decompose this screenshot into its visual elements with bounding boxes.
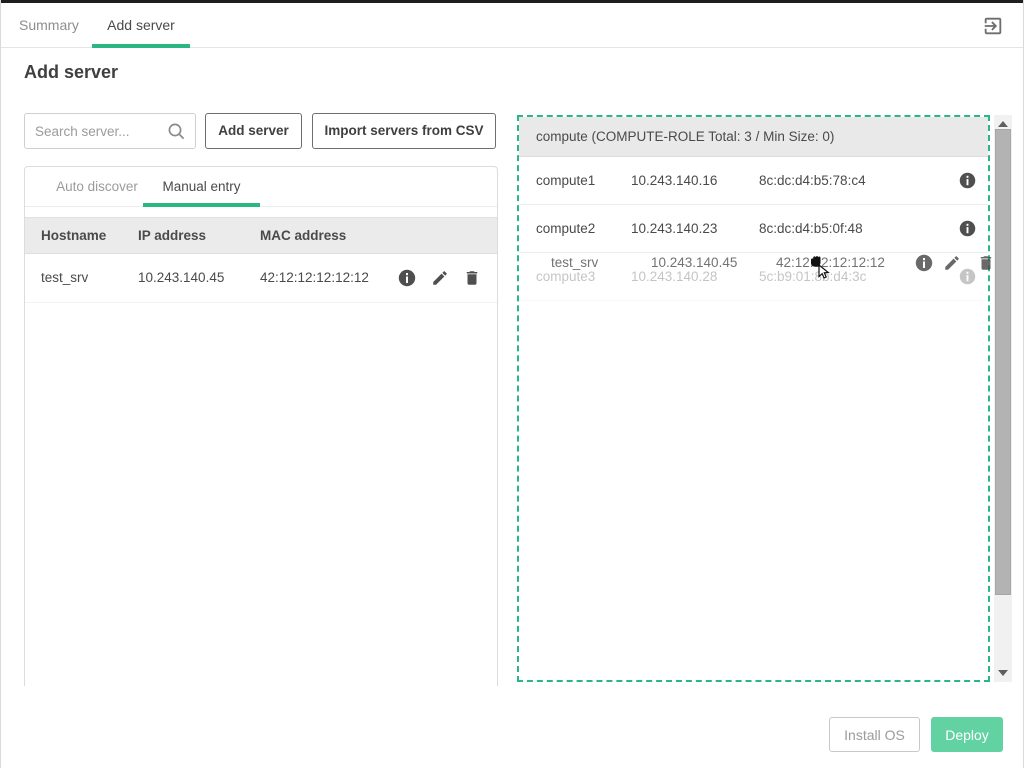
page-title: Add server xyxy=(24,62,118,83)
scrollbar-thumb[interactable] xyxy=(995,129,1011,595)
tab-add-server[interactable]: Add server xyxy=(92,3,190,48)
role-hostname: compute2 xyxy=(536,205,595,252)
search-server-input[interactable] xyxy=(35,114,165,148)
info-icon[interactable] xyxy=(959,172,976,189)
role-ip: 10.243.140.16 xyxy=(631,157,717,204)
column-ip-address: IP address xyxy=(138,218,206,254)
spacer xyxy=(25,207,497,217)
dragged-ip: 10.243.140.45 xyxy=(651,250,737,276)
server-table-header: Hostname IP address MAC address xyxy=(25,217,497,254)
info-icon xyxy=(915,254,933,272)
server-hostname: test_srv xyxy=(41,254,88,302)
edit-pencil-icon xyxy=(943,254,961,272)
scroll-down-arrow-icon[interactable] xyxy=(998,670,1008,676)
column-hostname: Hostname xyxy=(41,218,106,254)
server-list-tabs: Auto discover Manual entry xyxy=(25,167,497,207)
tab-summary[interactable]: Summary xyxy=(19,3,79,48)
install-os-button[interactable]: Install OS xyxy=(829,717,920,752)
role-mac: 8c:dc:d4:b5:78:c4 xyxy=(759,157,866,204)
delete-trash-icon xyxy=(977,254,995,272)
import-servers-csv-button[interactable]: Import servers from CSV xyxy=(312,113,496,149)
dragged-server-row[interactable]: test_srv 10.243.140.45 42:12:12:12:12:12 xyxy=(529,250,999,278)
add-server-page: Summary Add server Add server Add server… xyxy=(0,0,1024,768)
edit-pencil-icon[interactable] xyxy=(431,269,449,287)
deploy-button[interactable]: Deploy xyxy=(931,717,1003,752)
server-list-panel: Auto discover Manual entry Hostname IP a… xyxy=(24,166,498,686)
info-icon[interactable] xyxy=(959,220,976,237)
delete-trash-icon[interactable] xyxy=(463,269,481,287)
search-server-box xyxy=(24,113,196,149)
tab-manual-entry[interactable]: Manual entry xyxy=(143,167,260,207)
grabbing-hand-cursor-icon xyxy=(804,251,838,285)
server-mac: 42:12:12:12:12:12 xyxy=(260,254,369,302)
role-ip: 10.243.140.23 xyxy=(631,205,717,252)
scroll-up-arrow-icon[interactable] xyxy=(998,121,1008,127)
compute-role-dropzone[interactable]: compute (COMPUTE-ROLE Total: 3 / Min Siz… xyxy=(517,115,990,682)
exit-to-app-icon[interactable] xyxy=(982,15,1004,37)
top-tab-bar: Summary Add server xyxy=(1,3,1024,48)
role-row-compute1[interactable]: compute1 10.243.140.16 8c:dc:d4:b5:78:c4 xyxy=(519,157,988,205)
search-icon[interactable] xyxy=(166,121,187,142)
role-mac: 8c:dc:d4:b5:0f:48 xyxy=(759,205,863,252)
add-server-button[interactable]: Add server xyxy=(205,113,302,149)
info-icon[interactable] xyxy=(398,269,416,287)
tab-auto-discover[interactable]: Auto discover xyxy=(42,167,152,207)
compute-role-header: compute (COMPUTE-ROLE Total: 3 / Min Siz… xyxy=(519,117,988,157)
role-hostname: compute1 xyxy=(536,157,595,204)
role-row-compute2[interactable]: compute2 10.243.140.23 8c:dc:d4:b5:0f:48 xyxy=(519,205,988,253)
dragged-hostname: test_srv xyxy=(551,250,598,276)
role-panel-scrollbar[interactable] xyxy=(994,115,1012,682)
server-ip: 10.243.140.45 xyxy=(138,254,224,302)
column-mac-address: MAC address xyxy=(260,218,346,254)
server-row-test-srv[interactable]: test_srv 10.243.140.45 42:12:12:12:12:12 xyxy=(25,254,497,303)
